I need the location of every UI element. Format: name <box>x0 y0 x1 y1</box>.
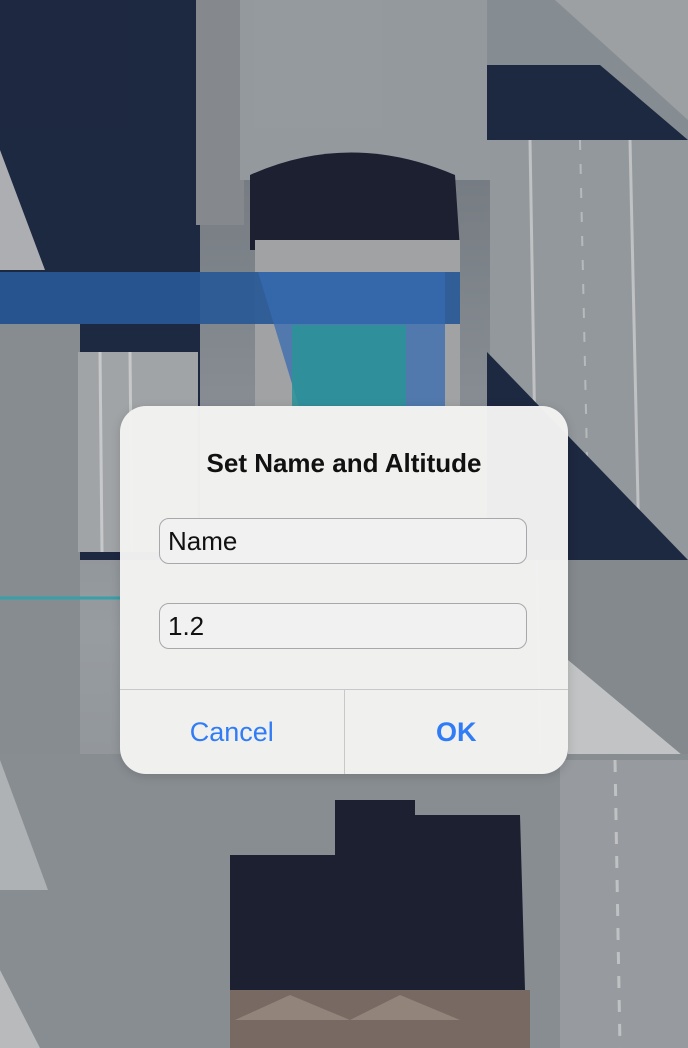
altitude-input[interactable] <box>159 603 527 649</box>
ok-button[interactable]: OK <box>343 690 569 774</box>
name-input[interactable] <box>159 518 527 564</box>
dialog-title: Set Name and Altitude <box>206 448 482 478</box>
dialog-button-row: Cancel OK <box>120 689 568 774</box>
cancel-button[interactable]: Cancel <box>120 690 344 774</box>
set-name-altitude-dialog: Set Name and Altitude Cancel OK <box>120 406 568 774</box>
